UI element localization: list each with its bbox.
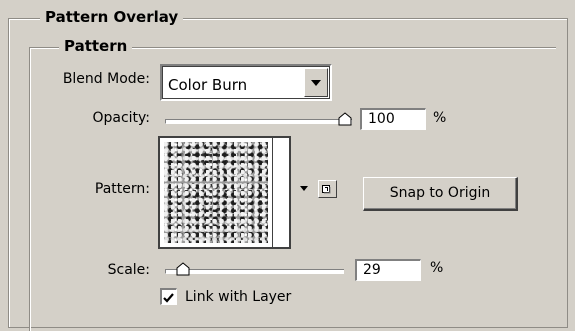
- pattern-label: Pattern:: [94, 181, 150, 197]
- blend-mode-value: Color Burn: [168, 76, 248, 94]
- pattern-picker[interactable]: [158, 136, 291, 249]
- checkmark-icon: [163, 293, 174, 303]
- new-preset-icon: [322, 185, 331, 194]
- scale-input[interactable]: 29: [355, 259, 421, 281]
- pattern-swatch-icon: [164, 142, 268, 243]
- opacity-slider-thumb[interactable]: [338, 112, 352, 126]
- chevron-down-icon[interactable]: [300, 186, 308, 191]
- scale-label: Scale:: [107, 262, 150, 278]
- opacity-input[interactable]: 100: [360, 108, 426, 130]
- opacity-slider-track[interactable]: [165, 119, 352, 124]
- opacity-label: Opacity:: [92, 110, 150, 126]
- group-title: Pattern Overlay: [40, 8, 184, 26]
- new-preset-button[interactable]: [318, 180, 337, 198]
- swatch-divider: [272, 138, 273, 247]
- scale-unit: %: [430, 260, 444, 276]
- blend-mode-select[interactable]: Color Burn: [160, 64, 332, 101]
- snap-to-origin-button[interactable]: Snap to Origin: [363, 177, 518, 211]
- scale-slider-track[interactable]: [165, 269, 344, 274]
- link-with-layer-label: Link with Layer: [185, 289, 292, 305]
- scale-slider-thumb[interactable]: [176, 262, 190, 276]
- link-with-layer-checkbox[interactable]: [160, 288, 177, 305]
- opacity-unit: %: [433, 110, 447, 126]
- blend-mode-dropdown-button[interactable]: [304, 68, 328, 97]
- subgroup-title: Pattern: [59, 37, 133, 55]
- chevron-down-icon: [311, 80, 321, 86]
- blend-mode-label: Blend Mode:: [62, 71, 150, 87]
